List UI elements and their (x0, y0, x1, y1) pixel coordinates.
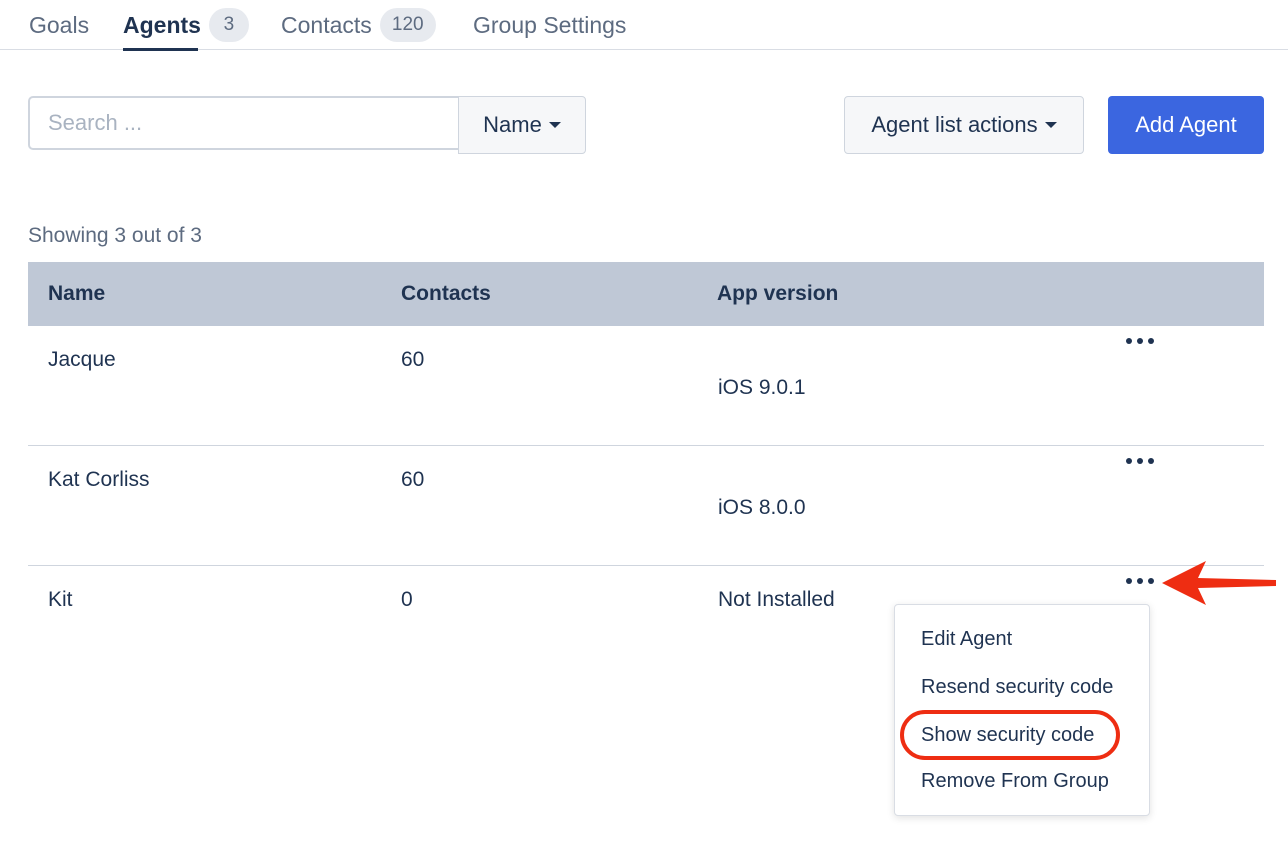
column-header-app-version[interactable]: App version (717, 262, 838, 326)
agent-name[interactable]: Jacque (48, 348, 116, 372)
caret-down-icon (1044, 122, 1057, 128)
add-agent-label: Add Agent (1135, 112, 1237, 137)
results-count: Showing 3 out of 3 (28, 224, 202, 247)
active-tab-indicator (123, 48, 198, 51)
caret-down-icon (548, 122, 561, 128)
menu-item-remove-from-group[interactable]: Remove From Group (921, 770, 1109, 793)
column-header-name[interactable]: Name (48, 262, 105, 326)
agent-list-actions-button[interactable]: Agent list actions (844, 96, 1084, 154)
agent-app-version: Not Installed (718, 588, 835, 611)
tab-agents[interactable]: Agents 3 (123, 0, 249, 51)
search-input[interactable] (28, 96, 460, 150)
tab-group-settings-label: Group Settings (473, 11, 627, 38)
table-header: Name Contacts App version (28, 262, 1264, 326)
tab-agents-label: Agents (123, 11, 201, 38)
table-row: Jacque 60 iOS 9.0.1 (28, 326, 1264, 446)
menu-item-edit-agent[interactable]: Edit Agent (921, 628, 1012, 651)
tab-agents-count-badge: 3 (208, 8, 249, 42)
menu-item-resend-security-code[interactable]: Resend security code (921, 676, 1113, 699)
tab-goals-label: Goals (29, 11, 90, 38)
arrow-left-icon (1162, 561, 1276, 605)
agent-name[interactable]: Kit (48, 588, 73, 612)
tab-contacts-label: Contacts (281, 11, 372, 38)
table-row: Kat Corliss 60 iOS 8.0.0 (28, 446, 1264, 566)
agent-contacts: 0 (401, 588, 413, 611)
annotation-highlight-ring (900, 710, 1120, 760)
more-horizontal-icon[interactable] (1126, 576, 1154, 586)
sort-dropdown-button[interactable]: Name (458, 96, 586, 154)
tab-group-settings[interactable]: Group Settings (473, 0, 626, 50)
agent-app-version: iOS 8.0.0 (718, 496, 806, 519)
sort-dropdown-label: Name (483, 112, 542, 137)
tab-bar: Goals Agents 3 Contacts 120 Group Settin… (0, 0, 1288, 51)
add-agent-button[interactable]: Add Agent (1108, 96, 1264, 154)
tab-goals[interactable]: Goals (29, 0, 89, 50)
agent-list-actions-label: Agent list actions (871, 112, 1038, 137)
agent-name[interactable]: Kat Corliss (48, 468, 150, 492)
agent-app-version: iOS 9.0.1 (718, 376, 806, 399)
more-horizontal-icon[interactable] (1126, 456, 1154, 466)
tab-contacts[interactable]: Contacts 120 (281, 0, 436, 50)
agent-contacts: 60 (401, 348, 425, 371)
tab-contacts-count-badge: 120 (379, 8, 436, 42)
column-header-contacts[interactable]: Contacts (401, 262, 491, 326)
agent-contacts: 60 (401, 468, 425, 491)
more-horizontal-icon[interactable] (1126, 336, 1154, 346)
